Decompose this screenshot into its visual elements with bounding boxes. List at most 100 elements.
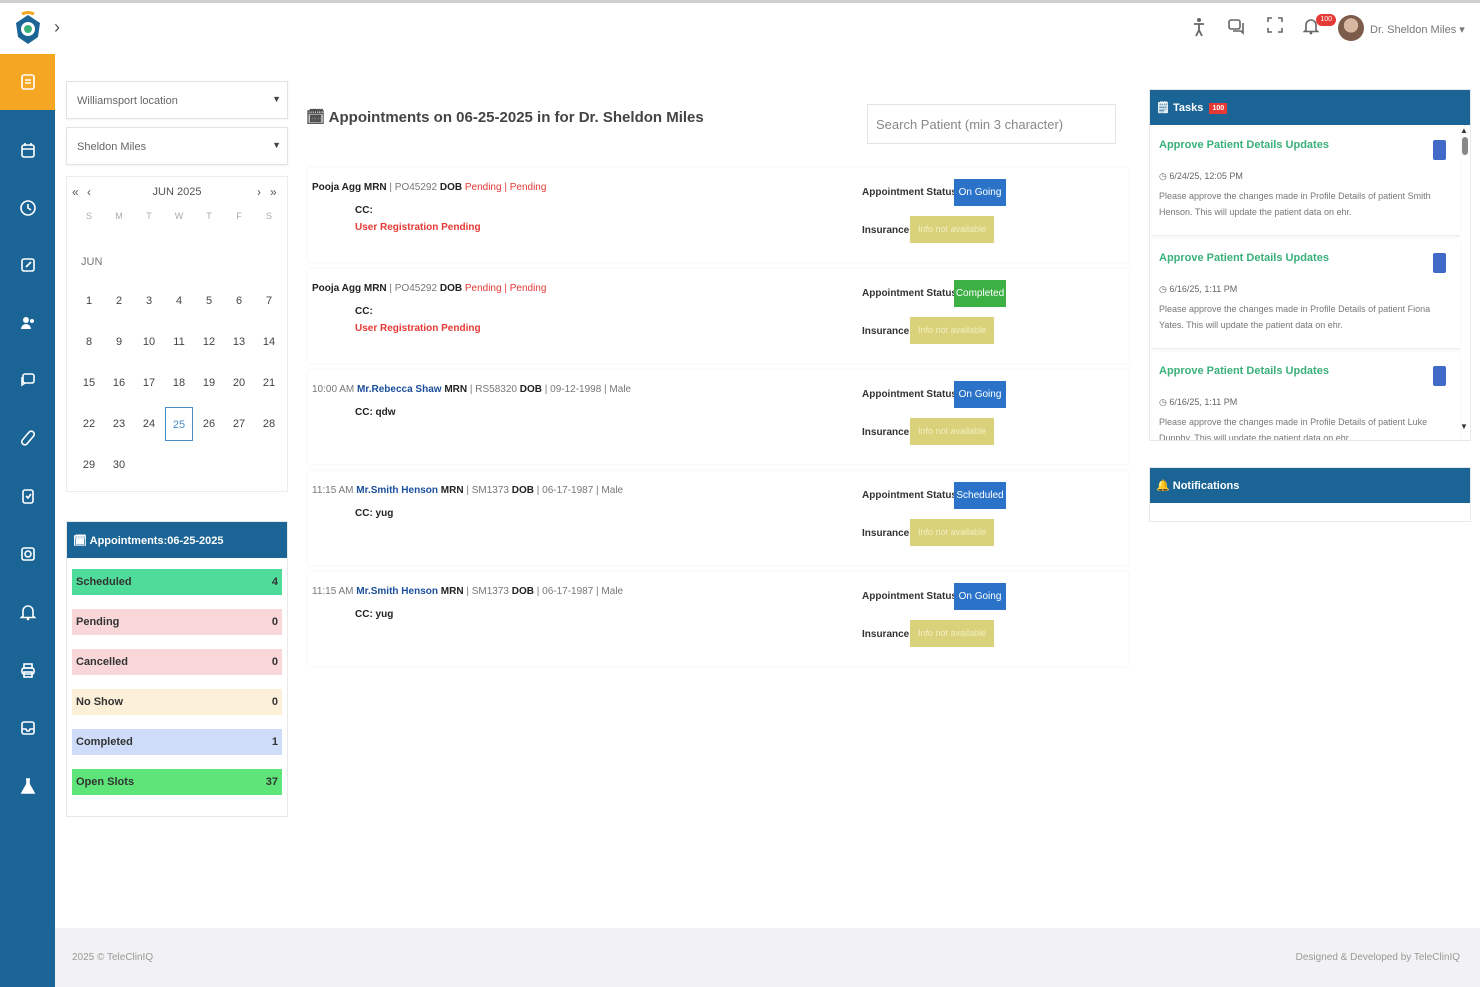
summary-row-no-show[interactable]: No Show 0 [72,689,282,715]
calendar-day[interactable]: 8 [75,325,103,359]
dob-value: | 06-17-1987 | Male [536,485,624,496]
patient-name-link[interactable]: Mr.Rebecca Shaw [357,384,441,395]
calendar-day[interactable]: 29 [75,448,103,482]
calendar-day[interactable]: 3 [135,284,163,318]
calendar-day[interactable]: 4 [165,284,193,318]
calendar-day[interactable]: 12 [195,325,223,359]
next-month-icon[interactable]: › [257,185,261,199]
document-icon[interactable] [1433,366,1446,386]
tasks-scrollbar[interactable]: ▲ ▼ [1460,126,1468,432]
task-item[interactable]: Approve Patient Details Updates ◷ 6/16/25… [1152,239,1460,349]
calendar-day-selected[interactable]: 25 [165,407,193,441]
patient-name-link[interactable]: Pooja Agg [312,182,361,193]
sidebar-item-messages[interactable] [0,352,55,408]
sidebar-item-alerts[interactable] [0,584,55,640]
sidebar-item-prescriptions[interactable] [0,410,55,466]
calendar-day[interactable]: 15 [75,366,103,400]
appointment-status-badge[interactable]: On Going [954,381,1006,408]
task-title-link[interactable]: Approve Patient Details Updates [1159,252,1329,264]
sidebar-item-dashboard[interactable] [0,54,55,110]
patient-name-link[interactable]: Mr.Smith Henson [356,586,438,597]
notification-bell-icon[interactable]: 100 [1300,14,1336,39]
summary-row-scheduled[interactable]: Scheduled 4 [72,569,282,595]
calendar-day[interactable]: 28 [255,407,283,441]
sidebar-item-billing[interactable] [0,526,55,582]
calendar-day[interactable]: 16 [105,366,133,400]
tasks-count-badge: 100 [1209,102,1228,114]
provider-select-value: Sheldon Miles [77,141,147,153]
sidebar-item-notes[interactable] [0,237,55,293]
location-select[interactable]: Williamsport location ▼ [66,81,288,119]
appointment-card[interactable]: 10:00 AM Mr.Rebecca Shaw MRN | RS58320 D… [308,370,1128,464]
sidebar-item-lab[interactable] [0,758,55,814]
calendar-day[interactable]: 18 [165,366,193,400]
calendar-day[interactable]: 27 [225,407,253,441]
calendar-day[interactable]: 13 [225,325,253,359]
calendar-day[interactable]: 9 [105,325,133,359]
task-title-link[interactable]: Approve Patient Details Updates [1159,365,1329,377]
summary-row-cancelled[interactable]: Cancelled 0 [72,649,282,675]
document-icon[interactable] [1433,253,1446,273]
summary-row-open-slots[interactable]: Open Slots 37 [72,769,282,795]
scroll-thumb[interactable] [1462,137,1468,155]
patient-name-link[interactable]: Pooja Agg [312,283,361,294]
patient-name-link[interactable]: Mr.Smith Henson [356,485,438,496]
chief-complaint: CC: [355,205,373,216]
next-year-icon[interactable]: » [270,185,277,199]
calendar-day[interactable]: 24 [135,407,163,441]
calendar-day[interactable]: 20 [225,366,253,400]
app-logo[interactable] [12,11,44,47]
task-title-link[interactable]: Approve Patient Details Updates [1159,139,1329,151]
calendar-day[interactable]: 2 [105,284,133,318]
appointment-status-badge[interactable]: On Going [954,583,1006,610]
summary-row-pending[interactable]: Pending 0 [72,609,282,635]
footer-credits: Designed & Developed by TeleClinIQ [1295,952,1460,963]
document-icon[interactable] [1433,140,1446,160]
user-menu[interactable]: Dr. Sheldon Miles ▾ [1370,23,1465,36]
scroll-down-icon[interactable]: ▼ [1460,422,1468,431]
sidebar-item-calendar[interactable] [0,122,55,178]
provider-select[interactable]: Sheldon Miles ▼ [66,127,288,165]
appointment-card[interactable]: Pooja Agg MRN | PO45292 DOB Pending | Pe… [308,269,1128,363]
calendar-day[interactable]: 5 [195,284,223,318]
calendar-title[interactable]: JUN 2025 [67,186,287,198]
printer-icon [20,663,35,678]
appointment-status-badge[interactable]: Scheduled [954,482,1006,509]
calendar-day[interactable]: 7 [255,284,283,318]
calendar-day[interactable]: 6 [225,284,253,318]
calendar-day[interactable]: 30 [105,448,133,482]
calendar-day[interactable]: 19 [195,366,223,400]
appointment-status-badge[interactable]: Completed [954,280,1006,307]
sidebar-item-patients[interactable] [0,295,55,351]
search-patient-input[interactable]: Search Patient (min 3 character) [867,104,1116,144]
task-item[interactable]: Approve Patient Details Updates ◷ 6/24/25… [1152,126,1460,236]
calendar-day[interactable]: 22 [75,407,103,441]
sidebar-item-history[interactable] [0,180,55,236]
sidebar-item-inbox[interactable] [0,700,55,756]
calendar-day[interactable]: 21 [255,366,283,400]
appointment-card[interactable]: 11:15 AM Mr.Smith Henson MRN | SM1373 DO… [308,572,1128,666]
appointment-status-badge[interactable]: On Going [954,179,1006,206]
appointment-card[interactable]: 11:15 AM Mr.Smith Henson MRN | SM1373 DO… [308,471,1128,565]
avatar[interactable] [1338,15,1364,41]
calendar-day[interactable]: 26 [195,407,223,441]
calendar-day[interactable]: 23 [105,407,133,441]
scroll-up-icon[interactable]: ▲ [1460,126,1468,135]
fullscreen-icon[interactable] [1264,17,1286,39]
calendar-day[interactable]: 1 [75,284,103,318]
calendar-day[interactable]: 11 [165,325,193,359]
calendar-day[interactable]: 10 [135,325,163,359]
calendar-day[interactable]: 14 [255,325,283,359]
insurance-label: Insurance: [862,629,913,640]
dob-label: DOB [511,485,534,496]
sidebar-item-reports[interactable] [0,468,55,524]
summary-row-label: Cancelled [76,656,128,668]
appointment-card[interactable]: Pooja Agg MRN | PO45292 DOB Pending | Pe… [308,168,1128,262]
sidebar-item-print[interactable] [0,642,55,698]
expand-sidebar-icon[interactable]: › [54,17,60,38]
accessibility-icon[interactable] [1188,17,1210,39]
summary-row-completed[interactable]: Completed 1 [72,729,282,755]
task-item[interactable]: Approve Patient Details Updates ◷ 6/16/25… [1152,352,1460,440]
calendar-day[interactable]: 17 [135,366,163,400]
chat-icon[interactable] [1225,17,1247,39]
